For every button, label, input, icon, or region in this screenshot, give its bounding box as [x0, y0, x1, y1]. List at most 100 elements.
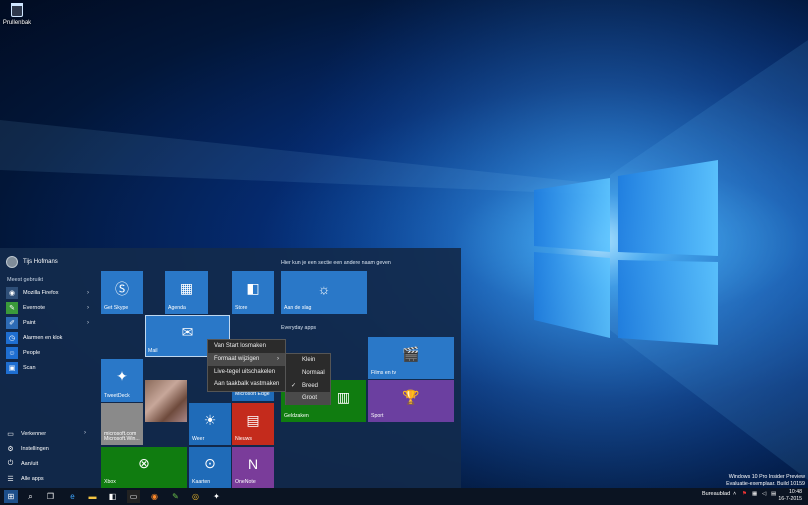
menu-live-tile-off[interactable]: Live-tegel uitschakelen [208, 366, 285, 379]
app-label: Scan [23, 365, 36, 371]
windows-logo-icon: ⊞ [7, 492, 15, 501]
most-used-label: Meest gebruikt [7, 277, 44, 283]
section-header[interactable]: Hier kun je een sectie een andere naam g… [281, 260, 391, 266]
start-left-column: Tijs Hofmans Meest gebruikt ◉ Mozilla Fi… [0, 248, 93, 488]
everyday-header[interactable]: Everyday apps [281, 325, 316, 331]
sys-power[interactable]: ⏻ Aan/uit [6, 460, 38, 468]
taskbar-firefox[interactable]: ◉ [148, 490, 161, 503]
size-groot[interactable]: Groot [286, 392, 330, 406]
app-evernote[interactable]: ✎ Evernote › [6, 301, 91, 315]
tile-context-menu: Van Start losmaken Formaat wijzigen › Li… [207, 339, 286, 392]
tile-label: Xbox [104, 479, 116, 486]
tile-sport[interactable]: 🏆 Sport [368, 380, 454, 422]
tile-label: Films en tv [371, 370, 397, 377]
desktop-toolbar-label[interactable]: Bureaublad [702, 491, 730, 497]
tile-films[interactable]: 🎬 Films en tv [368, 337, 454, 379]
chevron-right-icon[interactable]: › [87, 305, 89, 311]
terminal-icon: ▭ [129, 492, 138, 501]
resize-submenu: Klein Normaal ✓ Breed Groot [285, 353, 331, 406]
sys-settings[interactable]: ⚙ Instellingen [6, 445, 49, 453]
twitter-bird-icon: ✦ [116, 368, 128, 384]
alarm-icon: ◷ [6, 332, 18, 344]
firefox-icon: ◉ [151, 492, 158, 501]
user-name: Tijs Hofmans [23, 259, 58, 265]
taskbar-chrome[interactable]: ◎ [189, 490, 202, 503]
recycle-bin[interactable]: Prullenbak [2, 3, 32, 26]
network-icon[interactable]: ▦ [752, 491, 757, 497]
tile-aan-de-slag[interactable]: ☼ Aan de slag [281, 271, 367, 314]
taskbar-clock[interactable]: 10:48 16-7-2015 [778, 489, 802, 503]
size-klein[interactable]: Klein [286, 354, 330, 367]
app-label: People [23, 350, 41, 356]
edge-icon: e [70, 492, 75, 501]
tile-onenote[interactable]: N OneNote [232, 447, 274, 488]
tile-ms-word[interactable]: microsoft.com Microsoft.Win... [101, 403, 143, 445]
sys-all-apps[interactable]: ☰ Alle apps [6, 475, 43, 483]
tile-label: Get Skype [104, 305, 129, 312]
volume-icon[interactable]: ◁ [762, 491, 766, 497]
tile-label: Kaarten [192, 479, 211, 486]
sys-label: Aan/uit [21, 461, 39, 467]
skype-icon: Ⓢ [115, 280, 129, 297]
task-view-button[interactable]: ❐ [44, 490, 57, 503]
app-label: Mozilla Firefox [23, 290, 59, 296]
checkmark-icon: ✓ [291, 382, 297, 389]
chevron-right-icon: › [277, 355, 279, 362]
menu-unpin-start[interactable]: Van Start losmaken [208, 340, 285, 353]
taskbar-edge[interactable]: e [66, 490, 79, 503]
list-icon: ☰ [7, 476, 14, 483]
avatar [6, 256, 18, 268]
store-icon: ◧ [246, 280, 260, 296]
onenote-icon: N [247, 455, 259, 472]
size-normaal[interactable]: Normaal [286, 367, 330, 380]
tile-tweetdeck[interactable]: ✦ TweetDeck [101, 359, 143, 402]
notification-flag-icon[interactable]: ⚑ [742, 491, 747, 497]
menu-resize[interactable]: Formaat wijzigen › [208, 352, 285, 366]
taskbar-terminal[interactable]: ▭ [127, 490, 140, 503]
app-paint[interactable]: ✐ Paint › [6, 316, 91, 330]
scan-icon: ▣ [6, 362, 18, 374]
taskbar-tweetdeck[interactable]: ✦ [210, 490, 223, 503]
task-view-icon: ❐ [46, 492, 55, 501]
tile-label: Weer [192, 436, 205, 443]
menu-pin-taskbar[interactable]: Aan taakbalk vastmaken [208, 378, 285, 391]
tile-kaarten[interactable]: ⊙ Kaarten [189, 447, 231, 488]
tile-weer[interactable]: ☀ Weer [189, 403, 231, 445]
tile-store[interactable]: ◧ Store [232, 271, 274, 314]
tile-agenda[interactable]: ▦ Agenda [165, 271, 208, 314]
chevron-right-icon[interactable]: › [87, 320, 89, 326]
map-pin-icon: ⊙ [204, 455, 216, 471]
chevron-right-icon[interactable]: › [84, 430, 86, 436]
size-breed[interactable]: ✓ Breed [286, 380, 330, 393]
action-center-icon[interactable]: ▤ [771, 491, 776, 497]
app-scan[interactable]: ▣ Scan [6, 361, 91, 375]
power-icon: ⏻ [7, 460, 14, 467]
search-button[interactable]: ⌕ [24, 490, 37, 503]
app-label: Evernote [23, 305, 46, 311]
tile-skype[interactable]: Ⓢ Get Skype [101, 271, 143, 314]
app-firefox[interactable]: ◉ Mozilla Firefox › [6, 286, 91, 300]
taskbar: ⊞ ⌕ ❐ e ▬ ◧ ▭ ◉ ✎ ◎ ✦ Bureaublad ˄ ⚑ ▦ ◁… [0, 488, 808, 505]
sys-label: Instellingen [21, 446, 49, 452]
tile-xbox[interactable]: ⊗ Xbox [101, 447, 187, 488]
user-account[interactable]: Tijs Hofmans [6, 256, 58, 268]
taskbar-store[interactable]: ◧ [106, 490, 119, 503]
tile-label: TweetDeck [104, 393, 130, 400]
sys-explorer[interactable]: ▭ Verkenner [6, 430, 46, 438]
build-watermark: Windows 10 Pro Insider Preview Evaluatie… [726, 474, 805, 487]
app-alarms[interactable]: ◷ Alarmen en klok [6, 331, 91, 345]
taskbar-explorer[interactable]: ▬ [86, 490, 99, 503]
tile-nieuws[interactable]: ▤ Nieuws [232, 403, 274, 445]
twitter-bird-icon: ✦ [213, 492, 220, 501]
evernote-icon: ✎ [6, 302, 18, 314]
chevron-right-icon[interactable]: › [87, 290, 89, 296]
chevron-up-icon[interactable]: ˄ [733, 491, 736, 497]
tile-photos[interactable] [145, 380, 187, 422]
tile-label: Geldzaken [284, 413, 309, 420]
firefox-icon: ◉ [6, 287, 18, 299]
folder-icon: ▭ [7, 431, 14, 438]
clock-date: 16-7-2015 [778, 496, 802, 502]
taskbar-evernote[interactable]: ✎ [169, 490, 182, 503]
start-button[interactable]: ⊞ [4, 490, 18, 503]
app-people[interactable]: ☺ People [6, 346, 91, 360]
